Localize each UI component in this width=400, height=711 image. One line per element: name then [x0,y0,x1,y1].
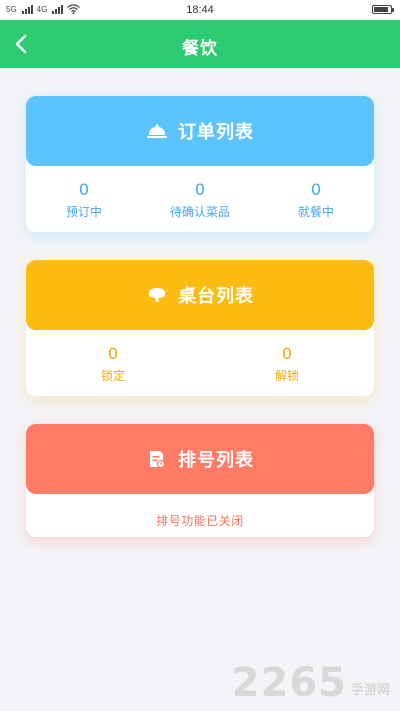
table-stats: 0 锁定 0 解锁 [26,330,374,396]
watermark-number: 2265 [231,660,347,706]
stat-label: 解锁 [274,369,299,383]
queue-list-button[interactable]: 排号列表 [26,424,374,494]
battery-icon [372,5,394,14]
table-icon [146,284,168,306]
queue-list-title: 排号列表 [178,450,254,471]
order-card: 订单列表 0 预订中 0 待确认菜品 0 就餐中 [26,96,374,232]
stat-unlocked[interactable]: 0 解锁 [200,344,374,396]
status-time: 18:44 [186,4,214,16]
page-title: 餐饮 [182,39,218,59]
queue-card: 排号列表 排号功能已关闭 [26,424,374,537]
stat-label: 待确认菜品 [169,205,230,219]
order-list-button[interactable]: 订单列表 [26,96,374,166]
stat-label: 锁定 [100,369,125,383]
stat-locked[interactable]: 0 锁定 [26,344,200,396]
order-list-title: 订单列表 [178,122,254,143]
stat-reserving[interactable]: 0 预订中 [27,180,142,232]
stat-dining[interactable]: 0 就餐中 [259,180,374,232]
cloche-icon [146,120,168,142]
stat-value: 0 [310,180,322,199]
stat-value: 0 [281,344,293,363]
stat-label: 就餐中 [297,205,334,219]
watermark-logo: 2265 手游网 [232,663,390,703]
status-bar: 5G 4G 18:44 [0,0,400,20]
app-header: 餐饮 [0,20,400,68]
table-list-title: 桌台列表 [178,286,254,307]
stat-value: 0 [78,180,90,199]
stat-value: 0 [194,180,206,199]
stat-pending-dishes[interactable]: 0 待确认菜品 [143,180,258,232]
table-list-button[interactable]: 桌台列表 [26,260,374,330]
table-card: 桌台列表 0 锁定 0 解锁 [26,260,374,396]
order-stats: 0 预订中 0 待确认菜品 0 就餐中 [26,166,374,232]
queue-closed-message: 排号功能已关闭 [156,514,244,528]
ticket-icon [146,448,168,470]
stat-label: 预订中 [65,205,102,219]
watermark-text: 手游网 [350,683,390,698]
stat-value: 0 [107,344,119,363]
